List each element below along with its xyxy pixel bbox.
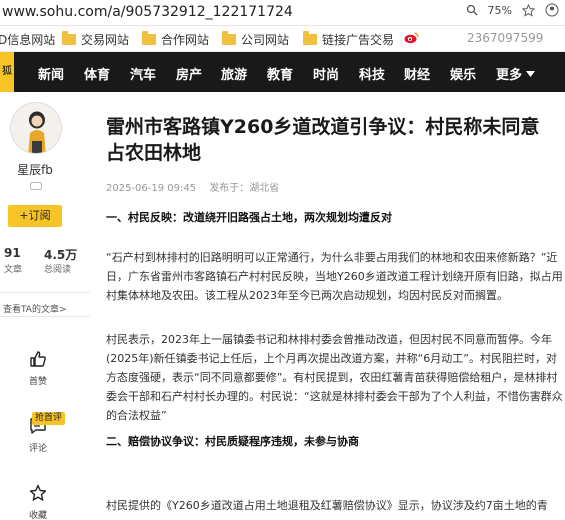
star-icon [29,484,47,501]
view-articles-link[interactable]: 查看TA的文章> [3,302,67,315]
site-logo[interactable]: 狐 [0,52,14,92]
profile-icon[interactable] [545,3,559,17]
nav-item[interactable]: 旅游 [221,64,247,83]
nav-item[interactable]: 娱乐 [450,64,476,83]
nav-item[interactable]: 汽车 [130,64,156,83]
bookmark-account-id[interactable]: 2367097599 [467,31,543,45]
address-bar[interactable]: www.sohu.com/a/905732912_122171724 75% [0,0,565,26]
bookmark-folder[interactable]: 公司网站 [222,31,289,48]
article: 雷州市客路镇Y260乡道改道引争议：村民称未同意占农田林地 2025-06-19… [103,92,565,520]
avatar[interactable] [10,102,62,154]
nav-item[interactable]: 新闻 [38,64,64,83]
bookmark-folder[interactable]: 交易网站 [62,31,129,48]
nav-more[interactable]: 更多 [496,64,536,83]
comment-label: 评论 [28,444,47,454]
nav-item[interactable]: 科技 [359,64,385,83]
folder-icon [303,31,317,45]
follow-button[interactable]: +订阅 [8,205,62,227]
first-comment-tag[interactable]: 抢首评 [32,412,66,425]
article-paragraph: “石产村到林排村的旧路明明可以正常通行，为什么非要占用我们的林地和农田来修新路？… [106,251,563,302]
badge-icon [30,182,42,190]
thumbs-up-icon [30,351,46,367]
article-count-label: 文章 [4,265,23,275]
divider [0,316,90,317]
bookmarks-bar: D信息网站 交易网站 合作网站 公司网站 链接广告交易 2367097599 [0,26,565,52]
article-meta: 2025-06-19 09:45 发布于：湖北省 [106,179,279,194]
site-nav: 狐 新闻 体育 汽车 房产 旅游 教育 时尚 科技 财经 娱乐 更多 [0,52,565,92]
weibo-icon[interactable] [404,31,419,44]
publish-location: 发布于：湖北省 [209,183,280,194]
bookmark-folder[interactable]: 合作网站 [142,31,209,48]
section-heading: 二、赔偿协议争议：村民质疑程序违规，未参与协商 [106,435,359,448]
url-text[interactable]: www.sohu.com/a/905732912_122171724 [2,4,293,20]
favorite-label: 收藏 [28,511,47,520]
zoom-level[interactable]: 75% [488,4,512,17]
favorite-action[interactable]: 收藏 [18,484,58,520]
nav-item[interactable]: 财经 [404,64,430,83]
nav-item[interactable]: 房产 [176,64,202,83]
search-icon[interactable] [466,4,478,16]
read-count: 4.5万 [44,248,78,262]
article-count: 91 [4,246,21,260]
bookmark-folder[interactable]: 链接广告交易 [303,31,394,48]
folder-icon [142,31,156,45]
author-panel: 星辰fb +订阅 91 文章 4.5万 总阅读 查看TA的文章> 首赞 评论 抢… [0,92,90,520]
section-heading: 一、村民反映：改道绕开旧路强占土地，两次规划均遭反对 [106,211,392,224]
article-paragraph: 村民表示，2023年上一届镇委书记和林排村委会曾推动改道，但因村民不同意而暂停。… [106,333,563,422]
address-bar-tools: 75% [466,3,559,17]
chevron-down-icon [526,70,536,77]
nav-item[interactable]: 时尚 [313,64,339,83]
like-label: 首赞 [28,377,47,387]
article-paragraph: 村民提供的《Y260乡道改道占用土地退租及红薯赔偿协议》显示，协议涉及约7亩土地… [106,499,548,512]
divider [0,292,90,293]
nav-item[interactable]: 教育 [267,64,293,83]
folder-icon [222,31,236,45]
publish-date: 2025-06-19 09:45 [106,183,197,194]
nav-item[interactable]: 体育 [84,64,110,83]
article-title: 雷州市客路镇Y260乡道改道引争议：村民称未同意占农田林地 [106,116,540,164]
folder-icon [62,31,76,45]
author-name[interactable]: 星辰fb [0,161,70,178]
star-icon[interactable] [522,3,535,17]
bookmark-folder[interactable]: D信息网站 [0,31,55,48]
like-action[interactable]: 首赞 [18,350,58,387]
read-count-label: 总阅读 [44,265,72,275]
